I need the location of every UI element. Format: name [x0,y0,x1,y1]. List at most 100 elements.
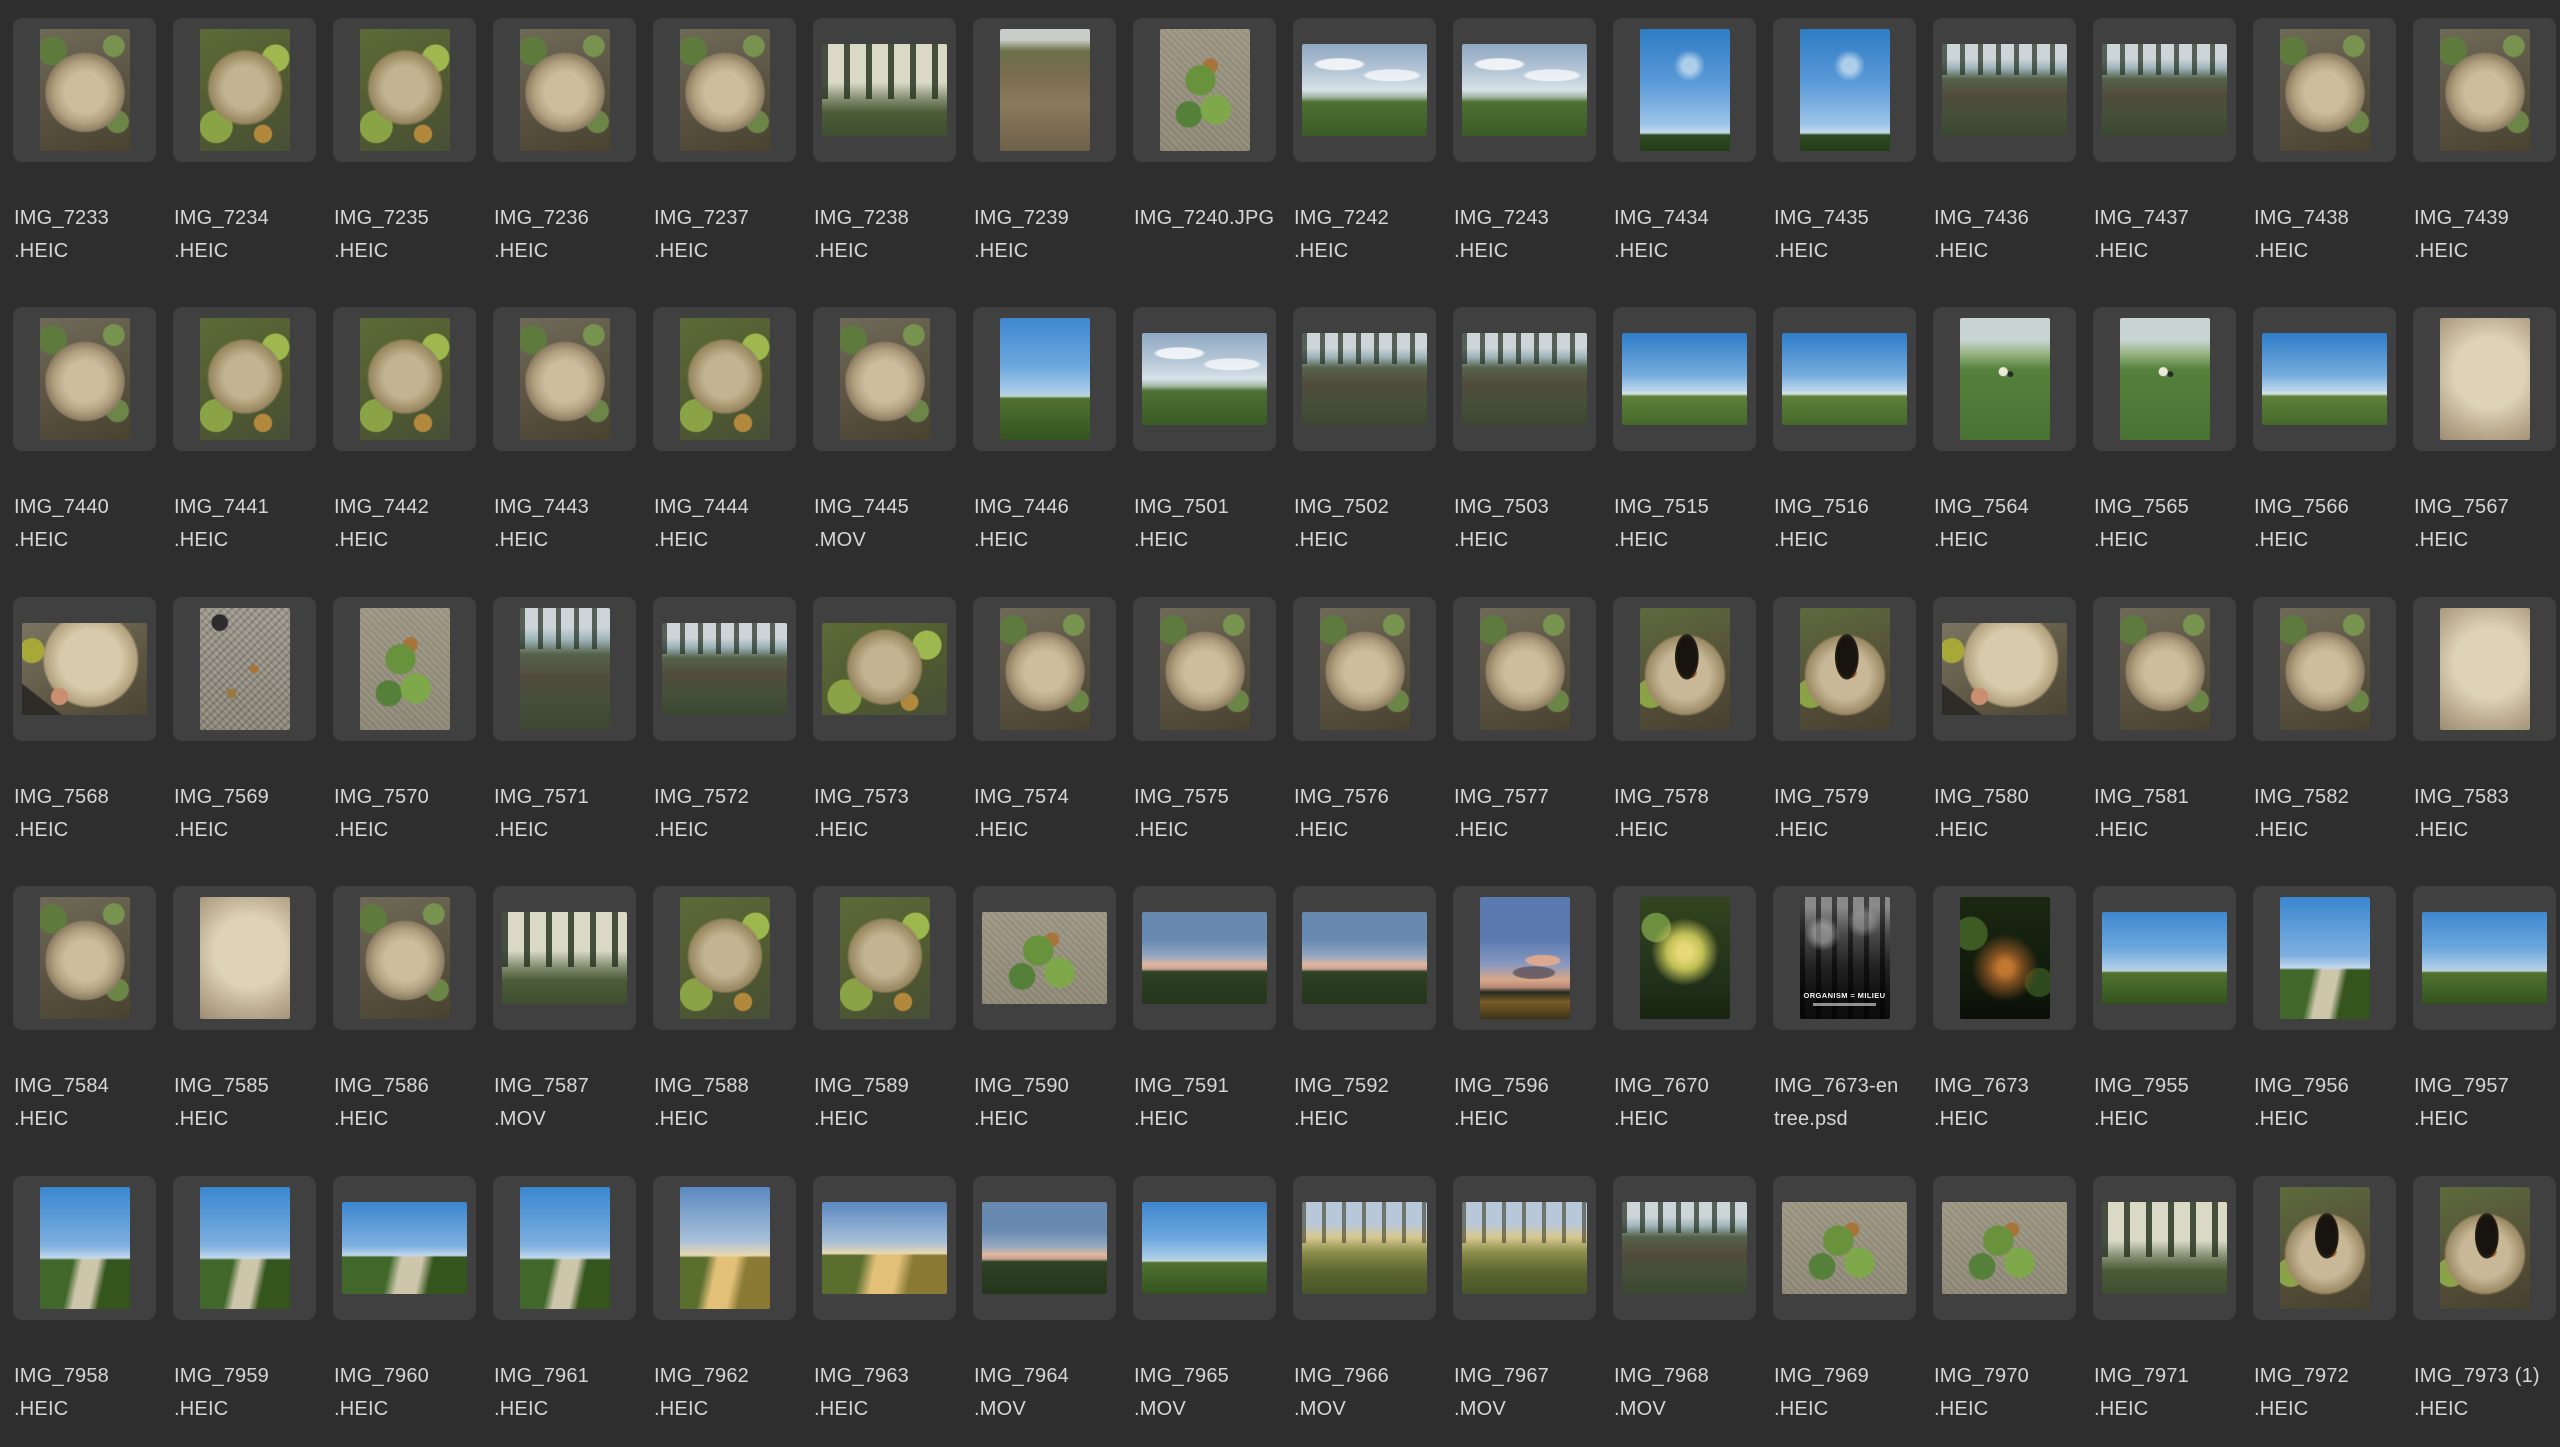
file-thumbnail[interactable] [1302,44,1427,136]
file-name[interactable]: IMG_7969 .HEIC [1774,1360,1914,1426]
file-cell[interactable]: IMG_7502 .HEIC [1280,289,1440,578]
thumbnail-card[interactable] [1133,886,1276,1030]
thumbnail-card[interactable] [1293,18,1436,162]
file-thumbnail[interactable] [520,608,610,730]
file-name[interactable]: IMG_7435 .HEIC [1774,202,1914,268]
file-thumbnail[interactable] [680,1187,770,1309]
file-cell[interactable]: IMG_7570 .HEIC [320,579,480,868]
file-thumbnail[interactable] [822,623,947,715]
file-thumbnail[interactable] [680,897,770,1019]
file-cell[interactable]: IMG_7436 .HEIC [1920,0,2080,289]
thumbnail-card[interactable] [333,307,476,451]
thumbnail-card[interactable]: ORGANISM = MILIEU [1773,886,1916,1030]
thumbnail-card[interactable] [173,886,316,1030]
thumbnail-card[interactable] [333,1176,476,1320]
file-cell[interactable]: IMG_7443 .HEIC [480,289,640,578]
file-name[interactable]: IMG_7233 .HEIC [14,202,154,268]
file-cell[interactable]: IMG_7573 .HEIC [800,579,960,868]
file-cell[interactable]: IMG_7960 .HEIC [320,1158,480,1447]
file-cell[interactable]: IMG_7240.JPG [1120,0,1280,289]
thumbnail-card[interactable] [2253,1176,2396,1320]
file-cell[interactable]: IMG_7961 .HEIC [480,1158,640,1447]
file-name[interactable]: IMG_7582 .HEIC [2254,781,2394,847]
thumbnail-card[interactable] [1453,1176,1596,1320]
file-thumbnail[interactable] [662,623,787,715]
thumbnail-card[interactable] [973,886,1116,1030]
file-name[interactable]: IMG_7240.JPG [1134,202,1274,268]
thumbnail-card[interactable] [2093,597,2236,741]
file-name[interactable]: IMG_7591 .HEIC [1134,1070,1274,1136]
thumbnail-card[interactable] [1453,18,1596,162]
file-name[interactable]: IMG_7959 .HEIC [174,1360,314,1426]
file-thumbnail[interactable] [1942,44,2067,136]
thumbnail-card[interactable] [973,1176,1116,1320]
file-thumbnail[interactable] [1302,912,1427,1004]
file-thumbnail[interactable] [2440,318,2530,440]
file-thumbnail[interactable] [1480,897,1570,1019]
file-cell[interactable]: IMG_7956 .HEIC [2240,868,2400,1157]
file-thumbnail[interactable] [1782,1202,1907,1294]
file-cell[interactable]: IMG_7445 .MOV [800,289,960,578]
file-thumbnail[interactable] [360,897,450,1019]
file-name[interactable]: IMG_7501 .HEIC [1134,491,1274,557]
file-name[interactable]: IMG_7238 .HEIC [814,202,954,268]
file-name[interactable]: IMG_7968 .MOV [1614,1360,1754,1426]
thumbnail-card[interactable] [1133,18,1276,162]
thumbnail-card[interactable] [1613,597,1756,741]
file-thumbnail[interactable] [1302,333,1427,425]
file-name[interactable]: IMG_7439 .HEIC [2414,202,2554,268]
file-name[interactable]: IMG_7515 .HEIC [1614,491,1754,557]
file-thumbnail[interactable] [1942,623,2067,715]
file-name[interactable]: IMG_7570 .HEIC [334,781,474,847]
thumbnail-card[interactable] [13,597,156,741]
thumbnail-card[interactable] [2093,1176,2236,1320]
file-cell[interactable]: IMG_7591 .HEIC [1120,868,1280,1157]
file-cell[interactable]: IMG_7572 .HEIC [640,579,800,868]
file-name[interactable]: IMG_7516 .HEIC [1774,491,1914,557]
file-cell[interactable]: IMG_7577 .HEIC [1440,579,1600,868]
thumbnail-card[interactable] [2093,18,2236,162]
file-cell[interactable]: IMG_7596 .HEIC [1440,868,1600,1157]
file-thumbnail[interactable] [1000,318,1090,440]
file-name[interactable]: IMG_7583 .HEIC [2414,781,2554,847]
file-cell[interactable]: IMG_7581 .HEIC [2080,579,2240,868]
file-name[interactable]: IMG_7970 .HEIC [1934,1360,2074,1426]
thumbnail-card[interactable] [1133,307,1276,451]
file-thumbnail[interactable] [840,318,930,440]
file-cell[interactable]: IMG_7566 .HEIC [2240,289,2400,578]
file-name[interactable]: IMG_7566 .HEIC [2254,491,2394,557]
thumbnail-card[interactable] [973,307,1116,451]
file-cell[interactable]: IMG_7237 .HEIC [640,0,800,289]
thumbnail-card[interactable] [2253,886,2396,1030]
thumbnail-card[interactable] [973,597,1116,741]
file-name[interactable]: IMG_7440 .HEIC [14,491,154,557]
file-cell[interactable]: IMG_7958 .HEIC [0,1158,160,1447]
file-name[interactable]: IMG_7578 .HEIC [1614,781,1754,847]
file-name[interactable]: IMG_7443 .HEIC [494,491,634,557]
file-name[interactable]: IMG_7236 .HEIC [494,202,634,268]
file-cell[interactable]: IMG_7515 .HEIC [1600,289,1760,578]
file-cell[interactable]: IMG_7503 .HEIC [1440,289,1600,578]
file-cell[interactable]: IMG_7592 .HEIC [1280,868,1440,1157]
thumbnail-card[interactable] [2093,307,2236,451]
thumbnail-card[interactable] [493,307,636,451]
file-name[interactable]: IMG_7576 .HEIC [1294,781,1434,847]
file-thumbnail[interactable] [200,29,290,151]
file-thumbnail[interactable] [360,318,450,440]
file-name[interactable]: IMG_7567 .HEIC [2414,491,2554,557]
file-name[interactable]: IMG_7235 .HEIC [334,202,474,268]
file-name[interactable]: IMG_7670 .HEIC [1614,1070,1754,1136]
file-thumbnail[interactable] [40,897,130,1019]
thumbnail-card[interactable] [173,1176,316,1320]
thumbnail-card[interactable] [333,18,476,162]
file-name[interactable]: IMG_7962 .HEIC [654,1360,794,1426]
file-name[interactable]: IMG_7434 .HEIC [1614,202,1754,268]
file-thumbnail[interactable] [2280,29,2370,151]
thumbnail-card[interactable] [653,597,796,741]
file-name[interactable]: IMG_7573 .HEIC [814,781,954,847]
thumbnail-card[interactable] [1773,597,1916,741]
thumbnail-card[interactable] [493,597,636,741]
file-name[interactable]: IMG_7436 .HEIC [1934,202,2074,268]
file-thumbnail[interactable] [1800,29,1890,151]
file-thumbnail[interactable] [342,1202,467,1294]
